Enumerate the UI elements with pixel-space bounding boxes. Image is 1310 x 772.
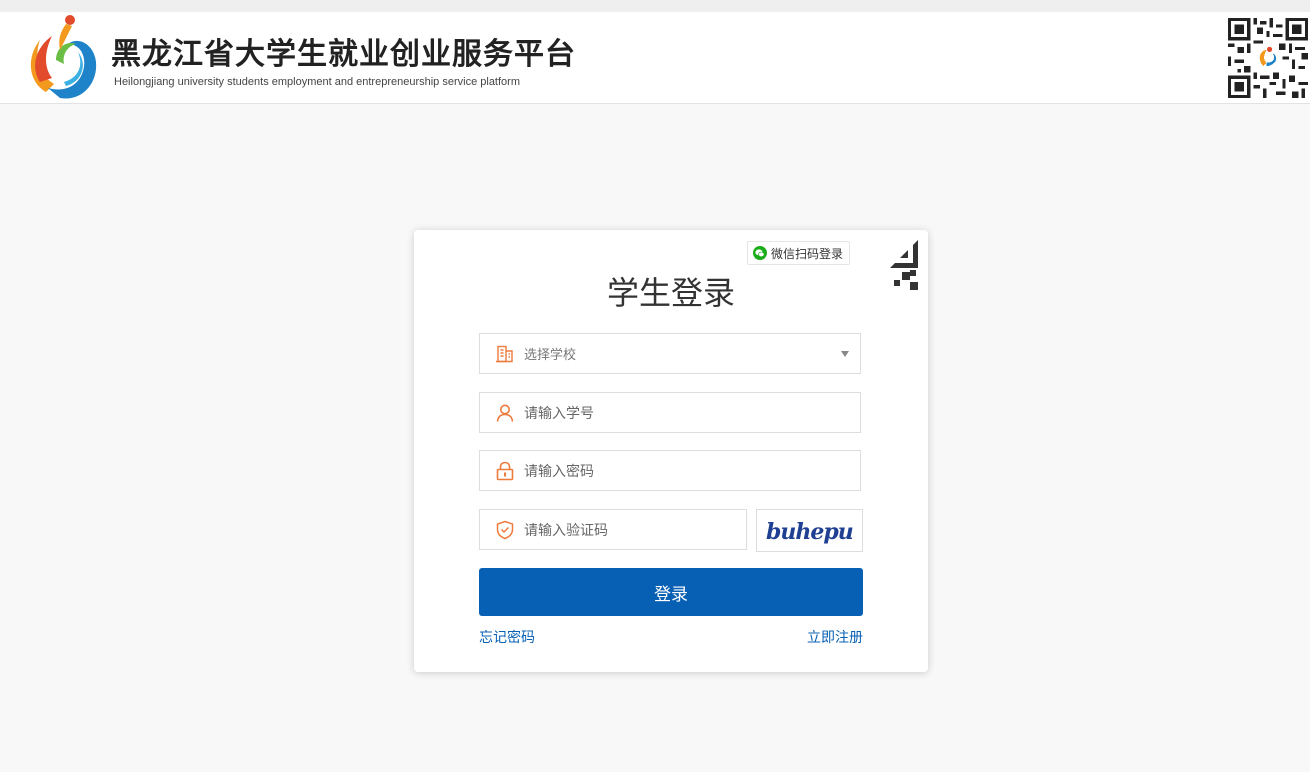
building-icon <box>496 345 513 362</box>
student-id-field[interactable]: 请输入学号 <box>479 392 861 433</box>
school-select-value: 选择学校 <box>524 348 577 363</box>
chevron-down-icon <box>841 351 849 357</box>
login-card: 微信扫码登录 学生登录 选择学校 请输入学号 请输入密码 请输入验证码 buhe… <box>414 230 928 672</box>
lock-icon <box>496 461 514 480</box>
captcha-text: buhepu <box>766 519 853 545</box>
captcha-graphic: buhepu <box>766 519 854 545</box>
platform-logo <box>30 15 97 99</box>
shield-check-icon <box>496 520 514 539</box>
forgot-password-link[interactable]: 忘记密码 <box>479 627 535 647</box>
wechat-login-tag[interactable]: 微信扫码登录 <box>747 241 851 265</box>
qr-code-icon <box>1228 18 1308 98</box>
captcha-image[interactable]: buhepu <box>756 509 863 552</box>
wechat-login-label: 微信扫码登录 <box>771 246 844 261</box>
user-icon <box>496 404 514 422</box>
site-header: 黑龙江省大学生就业创业服务平台 Heilongjiang university … <box>0 12 1310 104</box>
platform-title: 黑龙江省大学生就业创业服务平台 <box>111 37 576 72</box>
password-placeholder: 请输入密码 <box>524 463 594 480</box>
login-button[interactable]: 登录 <box>479 568 863 616</box>
register-link[interactable]: 立即注册 <box>807 627 863 647</box>
login-title: 学生登录 <box>606 274 735 312</box>
platform-subtitle: Heilongjiang university students employm… <box>114 76 520 88</box>
top-strip <box>0 0 1310 12</box>
captcha-placeholder: 请输入验证码 <box>524 522 608 539</box>
captcha-field[interactable]: 请输入验证码 <box>479 509 747 550</box>
wechat-icon <box>753 246 767 260</box>
password-field[interactable]: 请输入密码 <box>479 450 861 491</box>
student-id-placeholder: 请输入学号 <box>524 405 594 422</box>
school-select[interactable]: 选择学校 <box>479 333 861 374</box>
